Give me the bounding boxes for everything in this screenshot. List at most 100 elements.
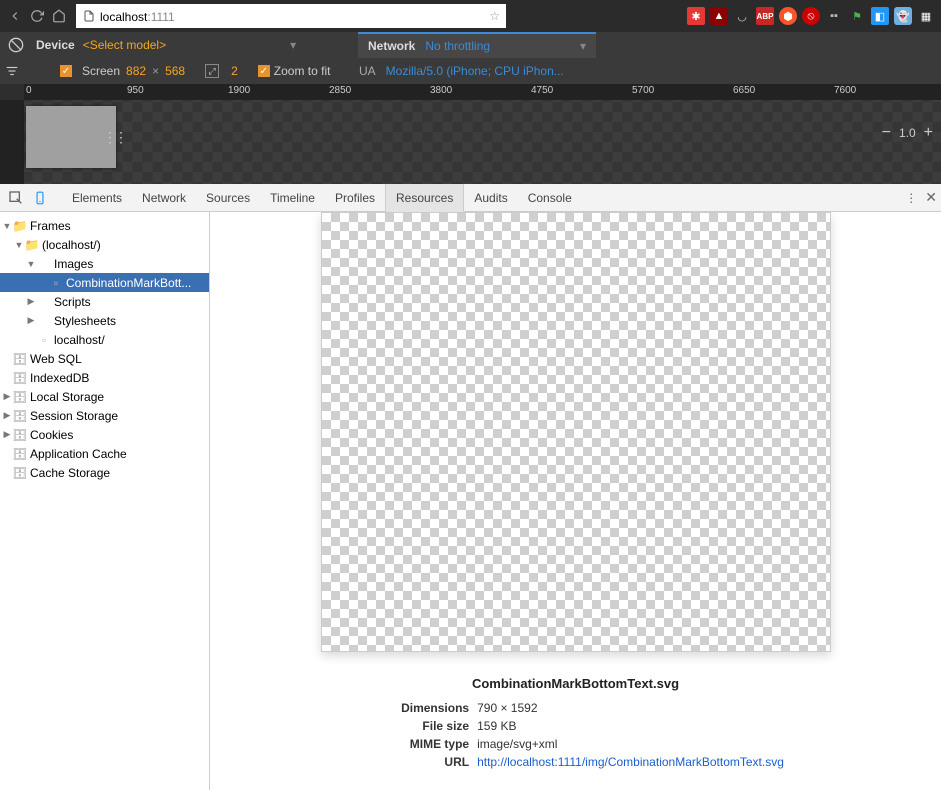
tree-scripts-folder[interactable]: ▶Scripts [0, 292, 209, 311]
address-bar[interactable]: localhost:1111 ☆ [76, 4, 506, 28]
ruler-tick: 4750 [531, 85, 553, 96]
tree-stylesheets-folder[interactable]: ▶Stylesheets [0, 311, 209, 330]
meta-mime-label: MIME type [367, 737, 477, 751]
page-icon [82, 9, 96, 23]
ext-abp-icon[interactable]: ABP [756, 7, 774, 25]
ext-ghostery-icon[interactable]: 👻 [894, 7, 912, 25]
resource-filename: CombinationMarkBottomText.svg [472, 676, 679, 691]
devtools-tabs: ElementsNetworkSourcesTimelineProfilesRe… [62, 184, 582, 212]
device-label: Device [36, 38, 75, 52]
ruler-tick: 6650 [733, 85, 755, 96]
meta-dimensions-label: Dimensions [367, 701, 477, 715]
screen-height[interactable]: 568 [165, 64, 185, 78]
tree-websql[interactable]: 🗄Web SQL [0, 349, 209, 368]
inspect-element-icon[interactable] [4, 186, 28, 210]
network-throttling-select[interactable]: Network No throttling [358, 32, 596, 58]
resize-handle-icon[interactable]: ⋮⋮ [110, 106, 118, 168]
meta-dimensions-value: 790 × 1592 [477, 701, 537, 715]
media-queries-icon[interactable] [0, 59, 24, 83]
zoom-value: 1.0 [899, 126, 916, 140]
back-icon[interactable] [6, 7, 24, 25]
tab-profiles[interactable]: Profiles [325, 184, 385, 212]
resource-content-pane: CombinationMarkBottomText.svg Dimensions… [210, 212, 941, 790]
ruler-tick: 2850 [329, 85, 351, 96]
ext-adobe-icon[interactable]: ▲ [710, 7, 728, 25]
devtools-tabbar: ElementsNetworkSourcesTimelineProfilesRe… [0, 184, 941, 212]
swap-dimensions-icon[interactable]: ⤢ [205, 64, 219, 78]
toggle-device-mode-icon[interactable] [28, 186, 52, 210]
tree-cookies[interactable]: ▶🗄Cookies [0, 425, 209, 444]
horizontal-ruler: 0 950 1900 2850 3800 4750 5700 6650 7600 [24, 84, 941, 100]
extension-strip: ✱ ▲ ◡ ABP ⬢ ⦸ ▪▪ ⚑ ◧ 👻 ▦ [687, 7, 935, 25]
meta-url-value[interactable]: http://localhost:1111/img/CombinationMar… [477, 755, 784, 769]
resources-sidebar: ▼📁Frames ▼📁(localhost/) ▼Images ▫Combina… [0, 212, 210, 790]
meta-filesize-value: 159 KB [477, 719, 516, 733]
device-mode-toolbar: Device <Select model> Network No throttl… [0, 32, 941, 84]
ruler-tick: 7600 [834, 85, 856, 96]
resource-metadata: Dimensions790 × 1592 File size159 KB MIM… [367, 699, 784, 771]
tab-elements[interactable]: Elements [62, 184, 132, 212]
tree-sessionstorage[interactable]: ▶🗄Session Storage [0, 406, 209, 425]
zoom-label: Zoom to fit [274, 64, 331, 78]
tab-audits[interactable]: Audits [464, 184, 517, 212]
dpr-value[interactable]: 2 [231, 64, 238, 78]
tree-cachestorage[interactable]: 🗄Cache Storage [0, 463, 209, 482]
browser-toolbar: localhost:1111 ☆ ✱ ▲ ◡ ABP ⬢ ⦸ ▪▪ ⚑ ◧ 👻 … [0, 0, 941, 32]
zoom-out-button[interactable]: − [882, 124, 891, 142]
reload-icon[interactable] [28, 7, 46, 25]
devtools-menu-icon[interactable]: ⋮ [905, 191, 917, 205]
emulated-page[interactable]: ⋮⋮ [26, 106, 116, 168]
ext-tab-icon[interactable]: ◧ [871, 7, 889, 25]
zoom-in-button[interactable]: + [924, 124, 933, 142]
ruler-tick: 0 [26, 85, 32, 96]
zoom-control: − 1.0 + [882, 124, 933, 142]
tab-network[interactable]: Network [132, 184, 196, 212]
ext-ublock-icon[interactable]: ⦸ [802, 7, 820, 25]
no-entry-icon[interactable] [4, 33, 28, 57]
zoom-to-fit-control: ✓ Zoom to fit [258, 64, 331, 78]
ext-pocket-icon[interactable]: ◡ [733, 7, 751, 25]
tab-resources[interactable]: Resources [385, 184, 464, 212]
ext-star-icon[interactable]: ✱ [687, 7, 705, 25]
tab-console[interactable]: Console [518, 184, 582, 212]
tree-selected-image[interactable]: ▫CombinationMarkBott... [0, 273, 209, 292]
ua-label: UA [359, 64, 376, 78]
tree-localhost-file[interactable]: ▫localhost/ [0, 330, 209, 349]
tree-localstorage[interactable]: ▶🗄Local Storage [0, 387, 209, 406]
ruler-tick: 950 [127, 85, 144, 96]
vertical-ruler [0, 100, 24, 184]
devtools-close-icon[interactable]: ✕ [925, 189, 937, 206]
bookmark-star-icon[interactable]: ☆ [489, 9, 500, 23]
home-icon[interactable] [50, 7, 68, 25]
meta-mime-value: image/svg+xml [477, 737, 557, 751]
screen-width[interactable]: 882 [126, 64, 146, 78]
screen-checkbox[interactable]: ✓ [60, 65, 72, 77]
device-model-select[interactable]: <Select model> [83, 38, 296, 52]
ext-lastfm-icon[interactable]: ▪▪ [825, 7, 843, 25]
ext-flag-icon[interactable]: ⚑ [848, 7, 866, 25]
image-preview [321, 212, 831, 652]
ruler-tick: 3800 [430, 85, 452, 96]
network-value: No throttling [425, 39, 490, 53]
tab-timeline[interactable]: Timeline [260, 184, 325, 212]
tree-appcache[interactable]: 🗄Application Cache [0, 444, 209, 463]
zoom-checkbox[interactable]: ✓ [258, 65, 270, 77]
meta-filesize-label: File size [367, 719, 477, 733]
ua-value[interactable]: Mozilla/5.0 (iPhone; CPU iPhon... [386, 64, 564, 78]
screen-label: Screen [82, 64, 120, 78]
address-text: localhost:1111 [100, 9, 485, 24]
ruler-tick: 1900 [228, 85, 250, 96]
tree-localhost-folder[interactable]: ▼📁(localhost/) [0, 235, 209, 254]
ext-shield-icon[interactable]: ⬢ [779, 7, 797, 25]
meta-url-label: URL [367, 755, 477, 769]
times-symbol: × [152, 64, 159, 78]
screen-size-control: ✓ Screen 882 × 568 ⤢ 2 [60, 64, 238, 78]
devtools-body: ▼📁Frames ▼📁(localhost/) ▼Images ▫Combina… [0, 212, 941, 790]
tree-indexeddb[interactable]: 🗄IndexedDB [0, 368, 209, 387]
tab-sources[interactable]: Sources [196, 184, 260, 212]
tree-frames[interactable]: ▼📁Frames [0, 216, 209, 235]
device-viewport-area: 0 950 1900 2850 3800 4750 5700 6650 7600 ⋮⋮ − 1.… [0, 84, 941, 184]
ext-pixel-icon[interactable]: ▦ [917, 7, 935, 25]
ruler-tick: 5700 [632, 85, 654, 96]
tree-images-folder[interactable]: ▼Images [0, 254, 209, 273]
